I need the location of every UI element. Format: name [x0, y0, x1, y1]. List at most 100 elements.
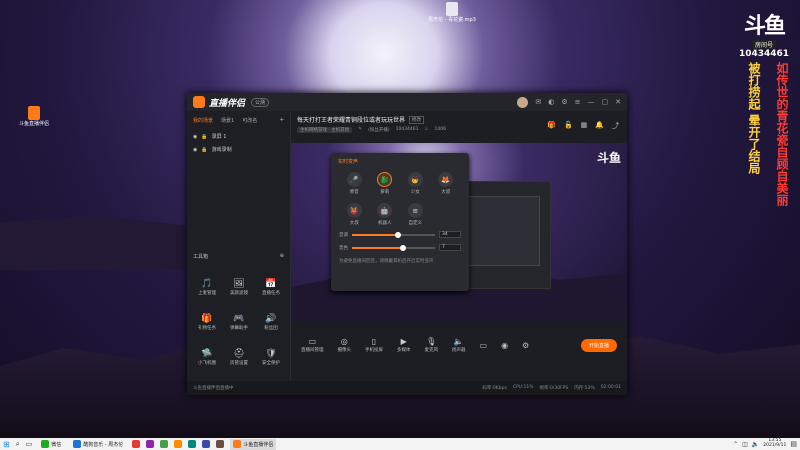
- taskbar-app-music[interactable]: 酷狗音乐 - 周杰伦: [70, 439, 126, 450]
- desktop-icon-label: 斗鱼直播伴侣: [18, 121, 49, 127]
- stream-preview[interactable]: 斗鱼 实时变声 🎤 原音 🐉 萝莉 👦 少女 🦊 大叔 👹 大叔 🤖 机器人 ≡ 自定义 音调: [291, 143, 627, 329]
- tool-label: 直播任务: [262, 291, 280, 296]
- visibility-icon[interactable]: ◉: [193, 134, 197, 140]
- taskbar-app-icon[interactable]: [132, 440, 141, 448]
- ctrl-camera[interactable]: ◎ 摄像头: [338, 337, 352, 353]
- fox-icon: 🦊: [438, 172, 454, 187]
- voice-changer-panel: 实时变声 🎤 原音 🐉 萝莉 👦 少女 🦊 大叔 👹 大叔 🤖 机器人 ≡ 自定义 音调: [331, 153, 469, 291]
- stat-bitrate: 码率:0Kbps: [482, 386, 507, 391]
- search-icon[interactable]: ⌕: [16, 440, 20, 449]
- message-icon[interactable]: ✉: [535, 98, 541, 106]
- tool-icon: 🔊: [265, 314, 277, 324]
- pitch-value-input[interactable]: 34: [439, 231, 461, 238]
- gear-icon[interactable]: ⚙: [522, 341, 529, 350]
- tool-icon: 🎵: [201, 279, 213, 289]
- taskbar-app-icon[interactable]: [188, 440, 197, 448]
- ctrl-label: 扬声器: [452, 348, 466, 353]
- eye-icon[interactable]: ◉: [501, 341, 508, 350]
- lock-icon[interactable]: 🔒: [201, 134, 207, 140]
- settings-icon[interactable]: ⚙: [561, 98, 567, 106]
- task-view-icon[interactable]: ▭: [26, 440, 33, 448]
- share-icon[interactable]: ⤴: [612, 121, 619, 131]
- ctrl-media[interactable]: ▶ 多媒体: [397, 337, 411, 353]
- ctrl-room-manage[interactable]: ▭ 直播间管理: [301, 337, 324, 353]
- ctrl-label: 多媒体: [397, 348, 411, 353]
- source-item[interactable]: ◉ 🔒 游戏录制: [187, 143, 290, 156]
- avatar[interactable]: [517, 96, 529, 108]
- pitch-slider[interactable]: [352, 231, 435, 238]
- edit-title-button[interactable]: 修改: [409, 115, 425, 124]
- tool-item[interactable]: 🛸 小飞机圈: [191, 349, 223, 366]
- close-icon[interactable]: ✕: [615, 98, 621, 106]
- tool-item[interactable]: 🛡 安全保护: [255, 349, 287, 366]
- tab-scene-1[interactable]: 场景1: [221, 117, 234, 124]
- voice-option[interactable]: 🤖 机器人: [370, 203, 401, 226]
- taskbar-clock[interactable]: 13:55 2021/9/11: [763, 439, 786, 448]
- room-category[interactable]: 主机网络游戏 · 主机其他: [297, 127, 353, 133]
- ctrl-phone-cast[interactable]: ▯ 手机投屏: [365, 337, 383, 353]
- tool-item[interactable]: 📅 直播任务: [255, 279, 287, 296]
- stat-fps: 帧率:0/30FPS: [539, 386, 569, 391]
- desktop-icon-mp3-file[interactable]: 周杰伦 - 青花瓷.mp3: [422, 2, 482, 24]
- lock-icon[interactable]: 🔒: [201, 147, 207, 153]
- notification-icon[interactable]: ▤: [790, 440, 797, 448]
- room-manage-icon: ▭: [308, 337, 317, 346]
- calendar-icon[interactable]: ▦: [581, 121, 588, 131]
- slider-knob[interactable]: [400, 244, 407, 251]
- version-badge[interactable]: 公测: [251, 97, 270, 107]
- voice-label: 大叔: [441, 190, 451, 195]
- taskbar-app-icon[interactable]: [216, 440, 225, 448]
- menu-icon[interactable]: ≡: [575, 98, 581, 106]
- room-tools: 🎁 🔓 ▦ 🔔 ⤴: [547, 121, 619, 131]
- dragon-icon: 🐉: [377, 172, 393, 187]
- edit-category-icon[interactable]: ✎: [358, 127, 362, 133]
- desktop-icon-douyu-companion[interactable]: 斗鱼直播伴侣: [4, 106, 64, 128]
- ctrl-speaker[interactable]: 🔈 扬声器: [452, 337, 466, 353]
- lock-room-icon[interactable]: 🔓: [564, 121, 573, 131]
- tool-item[interactable]: ⛑ 房管设置: [223, 349, 255, 366]
- ctrl-label: 手机投屏: [365, 348, 383, 353]
- windows-start-icon[interactable]: ⊞: [3, 440, 10, 449]
- voice-option[interactable]: 👹 大叔: [339, 203, 370, 226]
- skin-icon[interactable]: ◐: [548, 98, 554, 106]
- maximize-icon[interactable]: ▢: [602, 98, 609, 106]
- toolbox-more-icon[interactable]: ⊕: [280, 253, 284, 260]
- record-icon[interactable]: ▭: [480, 341, 488, 350]
- tool-item[interactable]: 🎵 上麦管理: [191, 279, 223, 296]
- bell-icon[interactable]: 🔔: [595, 121, 604, 131]
- voice-option[interactable]: 🎤 原音: [339, 172, 370, 195]
- network-icon[interactable]: ◫: [742, 441, 748, 448]
- voice-label: 萝莉: [380, 190, 390, 195]
- tool-item[interactable]: 🔊 粉丝团: [255, 314, 287, 331]
- slider-knob[interactable]: [395, 231, 402, 238]
- douyu-logo: 斗鱼: [743, 14, 786, 39]
- gift-icon[interactable]: 🎁: [547, 121, 556, 131]
- taskbar-app-icon[interactable]: [160, 440, 169, 448]
- taskbar-app-icon[interactable]: [146, 440, 155, 448]
- voice-option[interactable]: 🐉 萝莉: [370, 172, 401, 195]
- visibility-icon[interactable]: ◉: [193, 147, 197, 153]
- tab-my-scenes[interactable]: 我的场景: [193, 117, 213, 124]
- voice-option[interactable]: 👦 少女: [400, 172, 431, 195]
- voice-option[interactable]: 🦊 大叔: [431, 172, 462, 195]
- tool-item[interactable]: 🎮 弹幕助手: [223, 314, 255, 331]
- taskbar-app-wechat[interactable]: 微信: [38, 439, 64, 450]
- add-scene-icon[interactable]: +: [280, 117, 284, 124]
- taskbar-app-douyu[interactable]: 斗鱼直播伴侣: [230, 438, 277, 450]
- tool-label: 小飞机圈: [198, 361, 216, 366]
- volume-icon[interactable]: 🔈: [752, 441, 759, 448]
- minimize-icon[interactable]: —: [588, 98, 595, 106]
- tool-item[interactable]: 🖼 美颜滤镜: [223, 279, 255, 296]
- voice-option[interactable]: ≡ 自定义: [400, 203, 431, 226]
- tab-rename[interactable]: 可改名: [242, 117, 257, 124]
- ctrl-microphone[interactable]: 🎙 麦克风: [425, 337, 439, 353]
- source-item[interactable]: ◉ 🔒 录屏 1: [187, 130, 290, 143]
- taskbar-app-icon[interactable]: [174, 440, 183, 448]
- timbre-value-input[interactable]: 7: [439, 244, 461, 251]
- timbre-slider[interactable]: [352, 244, 435, 251]
- taskbar-app-icon[interactable]: [202, 440, 211, 448]
- go-live-button[interactable]: 开始直播: [580, 338, 617, 352]
- room-number-value: 10434461: [395, 127, 419, 132]
- tool-item[interactable]: 🎁 礼物任务: [191, 314, 223, 331]
- tray-arrow-icon[interactable]: ⌃: [733, 441, 738, 448]
